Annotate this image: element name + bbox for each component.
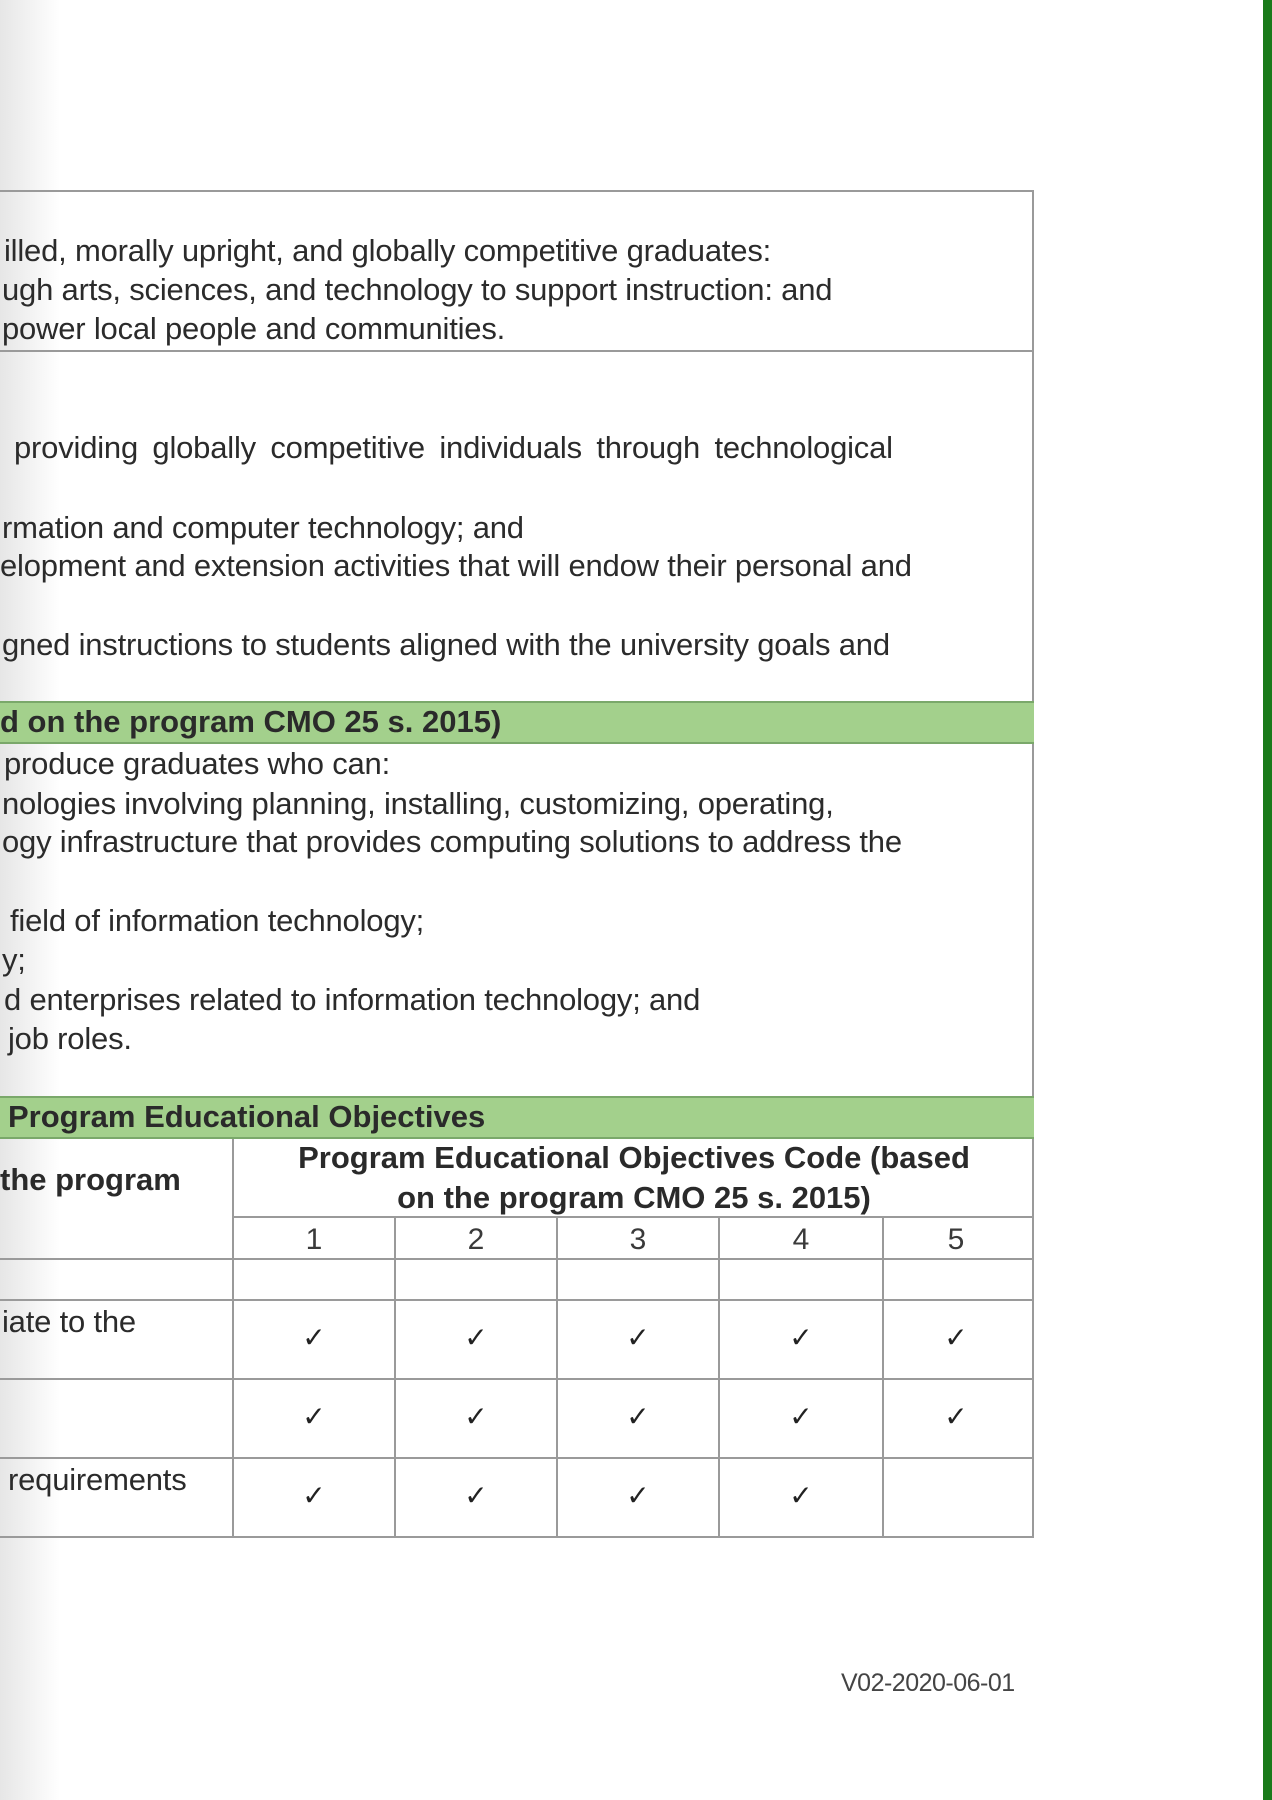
check-mark: ✓ xyxy=(789,1479,813,1512)
table-grid-line xyxy=(0,1457,1034,1459)
check-mark: ✓ xyxy=(789,1321,813,1354)
peo-line: nologies involving planning, installing,… xyxy=(2,786,834,821)
table-grid-line xyxy=(0,1378,1034,1380)
mission-line: ugh arts, sciences, and technology to su… xyxy=(2,272,833,307)
goal-line: providing globally competitive individua… xyxy=(14,430,893,465)
peo-line: field of information technology; xyxy=(10,903,425,938)
check-mark: ✓ xyxy=(464,1479,488,1512)
document-page: illed, morally upright, and globally com… xyxy=(0,0,1272,1800)
peo-section-title: d on the program CMO 25 s. 2015) xyxy=(0,704,502,739)
goal-line: elopment and extension activities that w… xyxy=(0,548,912,583)
check-mark: ✓ xyxy=(626,1479,650,1512)
peo-line: ogy infrastructure that provides computi… xyxy=(2,824,902,859)
check-mark: ✓ xyxy=(626,1400,650,1433)
column-number: 1 xyxy=(305,1223,323,1256)
table-right-header-line2: on the program CMO 25 s. 2015) xyxy=(397,1180,871,1215)
peo-line: job roles. xyxy=(8,1021,132,1056)
check-mark: ✓ xyxy=(789,1400,813,1433)
peo-line: produce graduates who can: xyxy=(4,746,391,781)
check-mark: ✓ xyxy=(944,1400,968,1433)
table-grid-line xyxy=(882,1216,884,1538)
column-number: 3 xyxy=(629,1223,647,1256)
check-mark: ✓ xyxy=(302,1321,326,1354)
mission-line: illed, morally upright, and globally com… xyxy=(4,233,772,268)
table-left-header: the program xyxy=(0,1162,181,1197)
window-edge-bar xyxy=(1263,0,1272,1800)
goal-line: gned instructions to students aligned wi… xyxy=(2,627,890,662)
table-grid-line xyxy=(0,1536,1034,1538)
section-divider xyxy=(0,350,1034,352)
column-number: 5 xyxy=(947,1223,965,1256)
check-mark: ✓ xyxy=(464,1400,488,1433)
table-section-title: Program Educational Objectives xyxy=(8,1099,486,1134)
mission-line: power local people and communities. xyxy=(2,311,506,346)
table-row-label: iate to the xyxy=(2,1304,136,1339)
version-code: V02-2020-06-01 xyxy=(841,1669,1015,1697)
table-grid-line xyxy=(0,1299,1034,1301)
table-right-header-line1: Program Educational Objectives Code (bas… xyxy=(298,1140,970,1175)
goal-line: rmation and computer technology; and xyxy=(2,510,524,545)
peo-line: y; xyxy=(2,942,26,977)
table-grid-line xyxy=(233,1216,1034,1218)
peo-line: d enterprises related to information tec… xyxy=(4,982,701,1017)
table-row-label: requirements xyxy=(8,1462,187,1497)
column-number: 4 xyxy=(792,1223,810,1256)
table-grid-line xyxy=(718,1216,720,1538)
check-mark: ✓ xyxy=(302,1400,326,1433)
check-mark: ✓ xyxy=(626,1321,650,1354)
check-mark: ✓ xyxy=(302,1479,326,1512)
table-grid-line xyxy=(0,1258,1034,1260)
column-number: 2 xyxy=(467,1223,485,1256)
table-top-border xyxy=(0,190,1034,192)
check-mark: ✓ xyxy=(464,1321,488,1354)
check-mark: ✓ xyxy=(944,1321,968,1354)
